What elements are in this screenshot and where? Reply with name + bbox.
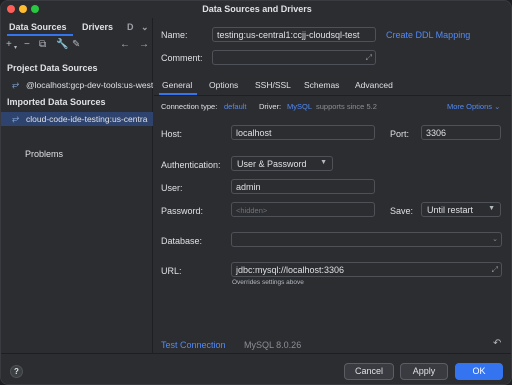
- tab-more[interactable]: D: [127, 22, 134, 32]
- driver-link[interactable]: MySQL: [287, 102, 312, 111]
- dropdown-arrow-icon: ▼: [320, 159, 327, 166]
- mysql-icon: ⥂: [12, 113, 20, 123]
- button-bar: ? Cancel Apply OK: [1, 353, 511, 384]
- database-label: Database:: [161, 236, 203, 246]
- connection-type-label: Connection type:: [161, 102, 218, 111]
- authentication-value: User & Password: [237, 159, 307, 169]
- tab-selected-indicator: [7, 34, 73, 36]
- chevron-down-icon[interactable]: ⌄: [492, 235, 498, 243]
- more-options-link[interactable]: More Options ⌄: [447, 102, 500, 111]
- dropdown-arrow-icon: ▼: [488, 205, 495, 212]
- apply-button[interactable]: Apply: [400, 363, 448, 380]
- comment-label: Comment:: [161, 53, 203, 63]
- cancel-button[interactable]: Cancel: [344, 363, 394, 380]
- tree-item-localhost[interactable]: ⥂ @localhost:gcp-dev-tools:us-west: [1, 78, 153, 92]
- tab-advanced[interactable]: Advanced: [355, 80, 393, 90]
- host-label: Host:: [161, 129, 183, 139]
- left-pane: Data Sources Drivers D ⌄ + ▾ − ⧉ 🔧 ✎ ← →…: [1, 18, 153, 353]
- edit-icon[interactable]: ✎: [72, 39, 80, 51]
- title-bar: Data Sources and Drivers: [1, 1, 511, 18]
- right-pane: Name: testing:us-central1:ccjj-cloudsql-…: [154, 18, 511, 353]
- dropdown-small-icon[interactable]: ▾: [14, 42, 17, 54]
- test-connection-link[interactable]: Test Connection: [161, 340, 226, 350]
- tab-drivers[interactable]: Drivers: [82, 22, 113, 32]
- window-title: Data Sources and Drivers: [202, 4, 312, 14]
- left-tabs: Data Sources Drivers D ⌄: [1, 18, 153, 36]
- duplicate-icon[interactable]: ⧉: [39, 39, 46, 51]
- data-sources-dialog: Data Sources and Drivers Data Sources Dr…: [0, 0, 512, 385]
- password-label: Password:: [161, 206, 204, 216]
- name-label: Name:: [161, 30, 188, 40]
- comment-field[interactable]: ⤢: [212, 50, 376, 65]
- tabs-divider: [154, 95, 511, 96]
- authentication-label: Authentication:: [161, 160, 221, 170]
- help-button[interactable]: ?: [10, 365, 23, 378]
- user-field[interactable]: admin: [231, 179, 375, 194]
- host-field[interactable]: localhost: [231, 125, 375, 140]
- expand-icon[interactable]: ⤢: [492, 265, 498, 275]
- password-field[interactable]: <hidden>: [231, 202, 375, 217]
- undo-icon[interactable]: ↶: [493, 338, 501, 349]
- forward-icon[interactable]: →: [139, 39, 149, 51]
- user-label: User:: [161, 183, 183, 193]
- create-ddl-mapping-link[interactable]: Create DDL Mapping: [386, 30, 470, 40]
- problems-item[interactable]: Problems: [25, 149, 63, 159]
- plus-icon[interactable]: +: [6, 39, 12, 51]
- ok-button[interactable]: OK: [455, 363, 503, 380]
- port-label: Port:: [390, 129, 410, 139]
- driver-label: Driver:: [259, 102, 282, 111]
- save-value: Until restart: [427, 205, 474, 215]
- port-field[interactable]: 3306: [421, 125, 501, 140]
- url-label: URL:: [161, 266, 182, 276]
- url-value: jdbc:mysql://localhost:3306: [236, 265, 345, 275]
- more-options-label: More Options: [447, 102, 493, 111]
- mysql-version: MySQL 8.0.26: [244, 340, 302, 350]
- chevron-down-icon: ⌄: [494, 102, 501, 111]
- database-field[interactable]: ⌄: [231, 232, 502, 247]
- mysql-icon: ⥂: [12, 79, 20, 89]
- driver-note: supports since 5.2: [316, 102, 377, 111]
- chevron-down-icon[interactable]: ⌄: [141, 22, 149, 33]
- save-label: Save:: [390, 206, 414, 216]
- expand-icon[interactable]: ⤢: [366, 53, 372, 63]
- authentication-select[interactable]: User & Password ▼: [231, 156, 333, 171]
- settings-icon[interactable]: 🔧: [56, 39, 68, 51]
- tab-options[interactable]: Options: [209, 80, 238, 90]
- tab-ssh-ssl[interactable]: SSH/SSL: [255, 80, 291, 90]
- name-field[interactable]: testing:us-central1:ccjj-cloudsql-test: [212, 27, 376, 42]
- project-data-sources-header: Project Data Sources: [7, 63, 98, 73]
- tab-data-sources[interactable]: Data Sources: [9, 22, 67, 32]
- tab-schemas[interactable]: Schemas: [304, 80, 339, 90]
- connection-type-link[interactable]: default: [224, 102, 247, 111]
- imported-data-sources-header: Imported Data Sources: [7, 97, 106, 107]
- save-select[interactable]: Until restart ▼: [421, 202, 501, 217]
- minus-icon[interactable]: −: [24, 39, 30, 51]
- back-icon[interactable]: ←: [120, 39, 130, 51]
- tree-item-cloud-code[interactable]: ⥂ cloud-code-ide-testing:us-centra: [1, 112, 153, 126]
- tree-item-label: cloud-code-ide-testing:us-centra: [26, 114, 148, 124]
- url-field[interactable]: jdbc:mysql://localhost:3306 ⤢: [231, 262, 502, 277]
- left-toolbar: + ▾ − ⧉ 🔧 ✎ ← →: [1, 37, 153, 53]
- tab-general[interactable]: General: [162, 80, 192, 90]
- tree-item-label: @localhost:gcp-dev-tools:us-west: [26, 80, 153, 90]
- url-hint: Overrides settings above: [232, 279, 304, 286]
- settings-tabs: General Options SSH/SSL Schemas Advanced: [154, 76, 511, 95]
